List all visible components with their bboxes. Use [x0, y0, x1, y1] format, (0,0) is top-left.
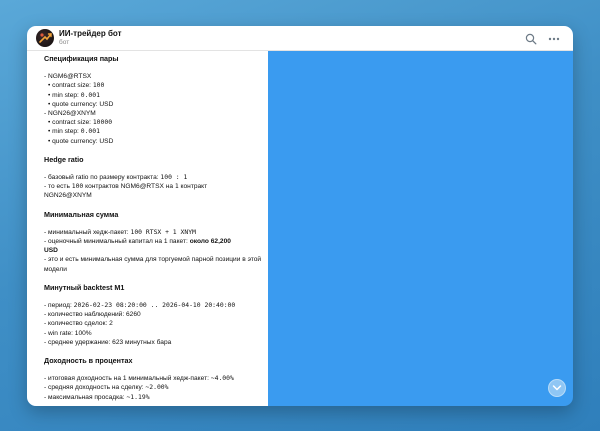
backtest-period: - период: 2026-02-23 08:20:00 .. 2026-04…	[44, 301, 236, 310]
minsum-line-1: - минимальный хедж-пакет: 100 RTSX + 1 X…	[44, 227, 196, 236]
minsum-line-2: - оценочный минимальный капитал на 1 пак…	[44, 238, 231, 246]
minsum-line-4: - это и есть минимальная сумма для торгу…	[44, 256, 262, 273]
hedge-title: Hedge ratio	[44, 154, 84, 164]
pair1-step: • min step: 0.001	[48, 90, 100, 99]
bot-logo-icon	[39, 33, 52, 43]
returns-line-3: - максимальная просадка: ~1.19%	[44, 392, 150, 401]
pair2-contract: • contract size: 10000	[48, 118, 113, 127]
chevron-down-icon	[552, 385, 562, 391]
pair1-quote: • quote currency: USD	[48, 100, 114, 108]
minsum-line-3: USD	[44, 247, 58, 255]
backtest-title: Минутный backtest M1	[44, 282, 125, 292]
returns-line-2: - средняя доходность на сделку: ~2.00%	[44, 383, 169, 392]
pair1-contract: • contract size: 100	[48, 81, 105, 90]
backtest-trades: - количество сделок: 2	[44, 320, 113, 328]
returns-title: Доходность в процентах	[44, 356, 133, 366]
search-icon[interactable]	[525, 32, 537, 45]
message-text: Спецификация пары - NGM6@RTSX • contract…	[44, 54, 262, 402]
message-bubble: Спецификация пары - NGM6@RTSX • contract…	[27, 51, 268, 406]
pair2-quote: • quote currency: USD	[48, 137, 114, 145]
pair1-name: - NGM6@RTSX	[44, 73, 92, 81]
backtest-winrate: - win rate: 100%	[44, 329, 92, 337]
pair2-step: • min step: 0.001	[48, 127, 100, 136]
chat-title[interactable]: ИИ-трейдер бот	[59, 29, 122, 38]
telegram-window: ИИ-трейдер бот бот Спецификация пары - N…	[27, 26, 573, 406]
chat-header: ИИ-трейдер бот бот	[27, 26, 573, 51]
more-icon[interactable]	[548, 32, 560, 44]
bot-avatar[interactable]	[36, 29, 54, 47]
minsum-title: Минимальная сумма	[44, 209, 119, 219]
backtest-holding: - среднее удержание: 623 минутных бара	[44, 338, 172, 346]
hedge-line-3: NGN26@XNYM	[44, 192, 92, 200]
backtest-observations: - количество наблюдений: 6260	[44, 311, 141, 319]
pair2-name: - NGN26@XNYM	[44, 110, 96, 118]
returns-line-1: - итоговая доходность на 1 минимальный х…	[44, 374, 234, 383]
hedge-line-2: - то есть 100 контрактов NGM6@RTSX на 1 …	[44, 182, 208, 191]
hedge-line-1: - базовый ratio по размеру контракта: 10…	[44, 173, 188, 182]
chat-subtitle: бот	[59, 39, 70, 46]
scroll-down-button[interactable]	[548, 379, 566, 397]
spec-title: Спецификация пары	[44, 54, 119, 63]
